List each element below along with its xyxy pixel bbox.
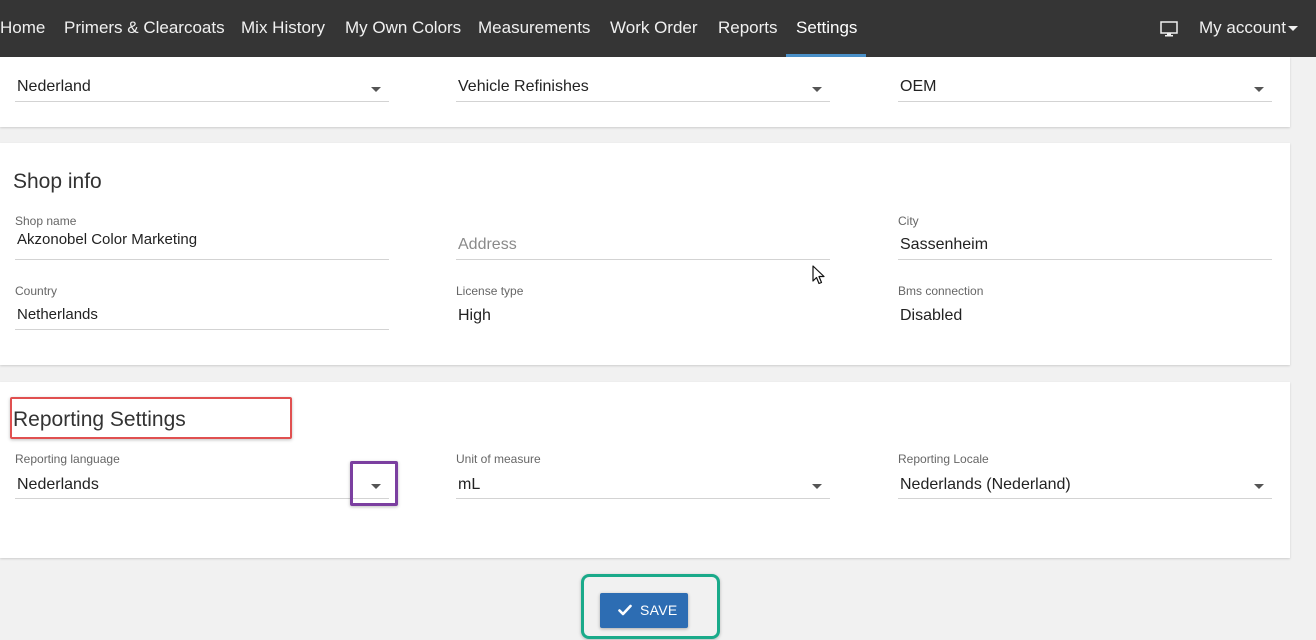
nav-reports[interactable]: Reports (718, 0, 778, 57)
reporting-locale-value: Nederlands (Nederland) (900, 476, 1071, 493)
nav-mix-history[interactable]: Mix History (241, 0, 325, 57)
reporting-language-value: Nederlands (17, 476, 99, 493)
unit-of-measure-label: Unit of measure (456, 452, 541, 466)
dropdown-highlight-box (350, 461, 398, 506)
shop-name-label: Shop name (15, 214, 77, 228)
dropdown-arrow-icon[interactable] (1254, 87, 1264, 92)
title-highlight-box (10, 397, 292, 439)
chevron-down-icon[interactable] (1288, 26, 1298, 31)
dropdown-arrow-icon[interactable] (1254, 484, 1264, 489)
license-type-label: License type (456, 284, 524, 298)
monitor-icon[interactable] (1160, 20, 1178, 38)
general-settings-card: Nederland Vehicle Refinishes OEM (0, 57, 1290, 127)
dropdown-arrow-icon[interactable] (812, 87, 822, 92)
nav-primers-clearcoats[interactable]: Primers & Clearcoats (64, 0, 225, 57)
field-underline (15, 329, 389, 330)
bms-connection-label: Bms connection (898, 284, 984, 298)
nav-my-own-colors[interactable]: My Own Colors (345, 0, 461, 57)
shop-info-title: Shop info (13, 170, 102, 193)
unit-of-measure-value: mL (458, 476, 481, 493)
field-underline (898, 498, 1272, 499)
field-underline (456, 259, 830, 260)
type-select-value: OEM (900, 78, 937, 95)
check-icon (618, 604, 632, 616)
dropdown-arrow-icon[interactable] (812, 484, 822, 489)
shop-info-card: Shop info Shop name Akzonobel Color Mark… (0, 143, 1290, 365)
reporting-language-label: Reporting language (15, 452, 120, 466)
mouse-cursor-icon (812, 265, 825, 285)
field-underline (898, 101, 1272, 102)
reporting-locale-label: Reporting Locale (898, 452, 989, 466)
nav-work-order[interactable]: Work Order (610, 0, 698, 57)
dropdown-arrow-icon[interactable] (371, 87, 381, 92)
field-underline (15, 259, 389, 260)
license-type-value: High (458, 307, 491, 324)
nav-settings[interactable]: Settings (796, 0, 857, 57)
region-select-value: Nederland (17, 78, 91, 95)
city-value: Sassenheim (900, 236, 989, 253)
country-label: Country (15, 284, 58, 298)
top-nav-bar: Home Primers & Clearcoats Mix History My… (0, 0, 1316, 57)
address-placeholder: Address (458, 236, 517, 253)
field-underline (456, 101, 830, 102)
country-value: Netherlands (17, 306, 98, 323)
business-select-value: Vehicle Refinishes (458, 78, 589, 95)
nav-home[interactable]: Home (0, 0, 45, 57)
my-account-menu[interactable]: My account (1199, 0, 1286, 57)
field-underline (898, 259, 1272, 260)
save-button[interactable]: SAVE (600, 593, 688, 628)
city-label: City (898, 214, 919, 228)
field-underline (15, 498, 389, 499)
field-underline (456, 498, 830, 499)
save-button-label: SAVE (640, 602, 678, 618)
field-underline (15, 101, 389, 102)
bms-connection-value: Disabled (900, 307, 963, 324)
shop-name-value: Akzonobel Color Marketing (17, 231, 198, 248)
nav-measurements[interactable]: Measurements (478, 0, 590, 57)
